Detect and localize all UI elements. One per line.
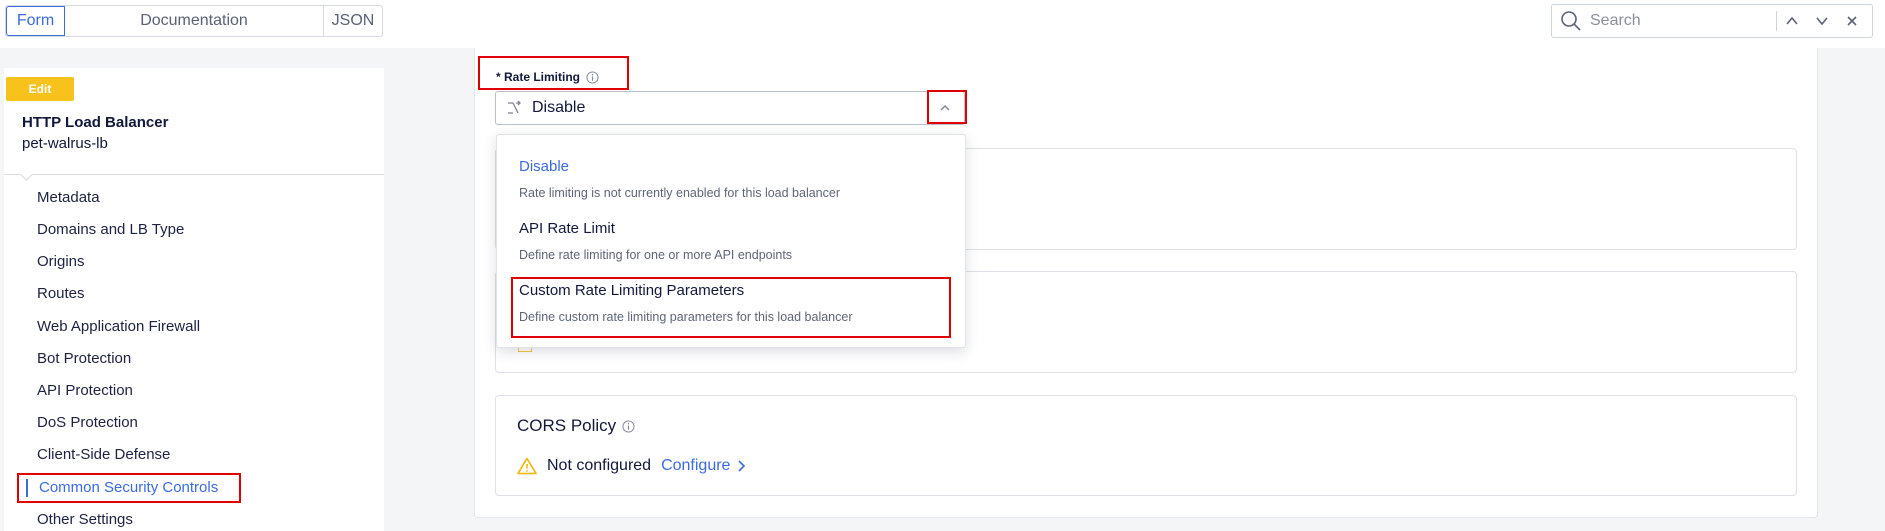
view-tabs: Form Documentation JSON — [5, 5, 383, 37]
sidebar-item-routes[interactable]: Routes — [37, 285, 85, 302]
cors-status-text: Not configured — [547, 457, 652, 474]
lb-type-title: HTTP Load Balancer — [22, 114, 169, 131]
highlight-box-label — [478, 56, 629, 90]
highlight-box-chevron — [927, 90, 967, 124]
tab-json[interactable]: JSON — [324, 6, 382, 36]
sidebar-item-origins[interactable]: Origins — [37, 253, 85, 270]
close-search-button[interactable] — [1837, 6, 1867, 36]
branch-icon — [508, 100, 521, 114]
cors-policy-title: CORS Policy — [517, 416, 635, 436]
chevron-right-icon — [738, 460, 746, 472]
sidebar-item-domains[interactable]: Domains and LB Type — [37, 221, 184, 238]
sidebar-divider — [4, 174, 384, 175]
cors-configure-link[interactable]: Configure — [661, 457, 746, 475]
tab-documentation[interactable]: Documentation — [65, 6, 324, 36]
sidebar-item-other-settings[interactable]: Other Settings — [37, 511, 133, 528]
close-icon — [1847, 16, 1857, 26]
warning-icon — [517, 457, 537, 475]
rate-limiting-select-value: Disable — [532, 99, 586, 116]
sidebar-item-dos-protection[interactable]: DoS Protection — [37, 414, 138, 431]
option-disable[interactable]: Disable — [519, 158, 569, 175]
option-api-rate-limit[interactable]: API Rate Limit — [519, 220, 615, 237]
info-icon[interactable] — [622, 419, 635, 433]
highlight-box-option — [511, 277, 951, 338]
top-bar: Form Documentation JSON — [0, 0, 1885, 48]
lb-name: pet-walrus-lb — [22, 135, 108, 152]
cors-policy-title-text: CORS Policy — [517, 416, 617, 435]
search-icon — [1561, 11, 1581, 31]
highlight-box-nav — [17, 473, 241, 503]
option-disable-desc: Rate limiting is not currently enabled f… — [519, 186, 841, 200]
sidebar-item-api-protection[interactable]: API Protection — [37, 382, 133, 399]
search-box — [1551, 4, 1873, 38]
sidebar-item-client-side-defense[interactable]: Client-Side Defense — [37, 446, 170, 463]
sidebar-item-metadata[interactable]: Metadata — [37, 189, 100, 206]
next-match-button[interactable] — [1807, 6, 1837, 36]
chevron-down-icon — [1816, 17, 1828, 26]
sidebar-item-bot-protection[interactable]: Bot Protection — [37, 350, 131, 367]
sidebar-item-waf[interactable]: Web Application Firewall — [37, 318, 200, 335]
chevron-up-icon — [1786, 16, 1798, 25]
rate-limiting-select[interactable]: Disable — [495, 91, 965, 125]
cors-policy-section — [495, 395, 1797, 496]
cors-policy-status: Not configured Configure — [517, 457, 746, 475]
cors-configure-label: Configure — [661, 457, 731, 474]
edit-badge: Edit — [6, 77, 74, 101]
previous-match-button[interactable] — [1777, 6, 1807, 36]
option-api-rate-limit-desc: Define rate limiting for one or more API… — [519, 248, 793, 262]
tab-form[interactable]: Form — [6, 6, 65, 36]
search-input[interactable] — [1590, 12, 1772, 30]
